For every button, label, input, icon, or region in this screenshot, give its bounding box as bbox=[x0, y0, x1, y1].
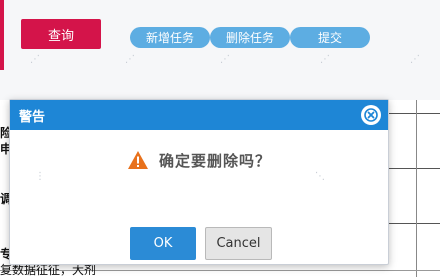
warning-icon bbox=[127, 151, 148, 169]
toolbar: 查询 新增任务 删除任务 提交 ⋰ ⋰ ⋰ ⋰ ⋰ bbox=[0, 0, 440, 100]
dialog-message: 确定要删除吗？ bbox=[158, 151, 271, 170]
delete-task-button[interactable]: 删除任务 bbox=[210, 27, 290, 48]
dialog-title: 警告 bbox=[19, 109, 46, 125]
cancel-button[interactable]: Cancel bbox=[205, 227, 272, 260]
dots-decoration: ⋰ bbox=[125, 54, 135, 65]
dialog-body: 确定要删除吗？ bbox=[10, 147, 388, 173]
dots-decoration: ⋮ bbox=[35, 171, 45, 182]
dots-decoration: ⋰ bbox=[30, 54, 40, 65]
close-button[interactable] bbox=[361, 105, 381, 125]
dots-decoration: ⋰ bbox=[220, 54, 230, 65]
table-line bbox=[389, 113, 440, 114]
dialog-header: 警告 bbox=[10, 100, 388, 130]
table-line bbox=[389, 168, 440, 169]
table-line bbox=[389, 223, 440, 224]
dots-decoration: ⋱ bbox=[315, 171, 325, 182]
ok-button[interactable]: OK bbox=[130, 227, 196, 260]
close-icon bbox=[364, 108, 378, 122]
table-line bbox=[416, 100, 417, 277]
dots-decoration: ⋰ bbox=[410, 54, 420, 65]
warning-dialog: 警告 确定要删除吗？ ⋮ ⋱ OK Cancel bbox=[9, 99, 389, 265]
background-text: 复数据征征，大剂 bbox=[0, 263, 97, 277]
add-task-button[interactable]: 新增任务 bbox=[130, 27, 210, 48]
toolbar-accent-bar bbox=[0, 0, 4, 70]
query-button[interactable]: 查询 bbox=[21, 19, 101, 49]
page: 查询 新增任务 删除任务 提交 ⋰ ⋰ ⋰ ⋰ ⋰ 险 申 调 专 复数据征征，… bbox=[0, 0, 440, 277]
submit-button[interactable]: 提交 bbox=[290, 27, 370, 48]
dots-decoration: ⋰ bbox=[320, 54, 330, 65]
